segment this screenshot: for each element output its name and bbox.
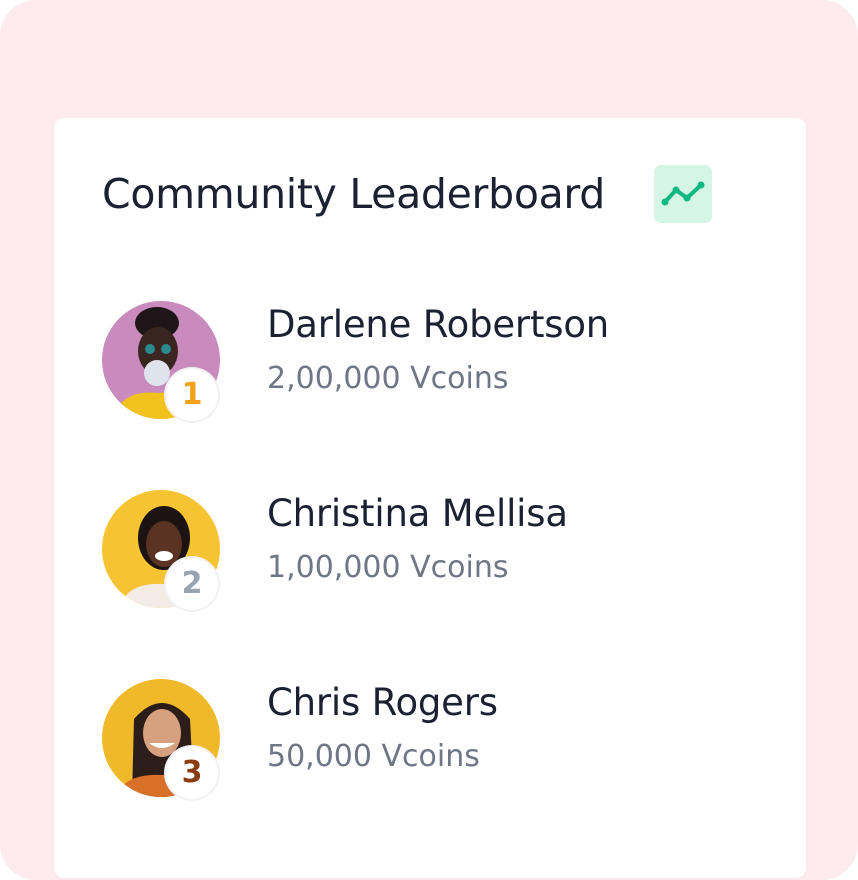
rank-badge: 3 (166, 747, 218, 799)
rank-badge: 1 (166, 369, 218, 421)
player-coins: 50,000 Vcoins (267, 739, 480, 774)
player-coins: 2,00,000 Vcoins (267, 361, 509, 396)
leaderboard-entry[interactable]: 3 Chris Rogers 50,000 Vcoins (102, 679, 762, 799)
player-name: Darlene Robertson (267, 303, 610, 346)
player-name: Christina Mellisa (267, 492, 568, 535)
rank-number: 1 (181, 377, 203, 412)
page-background: Community Leaderboard 1 Darlene Robertso… (0, 0, 858, 880)
rank-number: 2 (181, 566, 203, 601)
player-coins: 1,00,000 Vcoins (267, 550, 509, 585)
player-name: Chris Rogers (267, 681, 498, 724)
leaderboard-card: Community Leaderboard 1 Darlene Robertso… (54, 118, 806, 878)
leaderboard-entry[interactable]: 2 Christina Mellisa 1,00,000 Vcoins (102, 490, 762, 610)
trending-chart-icon[interactable] (654, 165, 712, 223)
rank-number: 3 (181, 755, 203, 790)
leaderboard-title: Community Leaderboard (102, 170, 605, 218)
rank-badge: 2 (166, 558, 218, 610)
leaderboard-entry[interactable]: 1 Darlene Robertson 2,00,000 Vcoins (102, 301, 762, 421)
